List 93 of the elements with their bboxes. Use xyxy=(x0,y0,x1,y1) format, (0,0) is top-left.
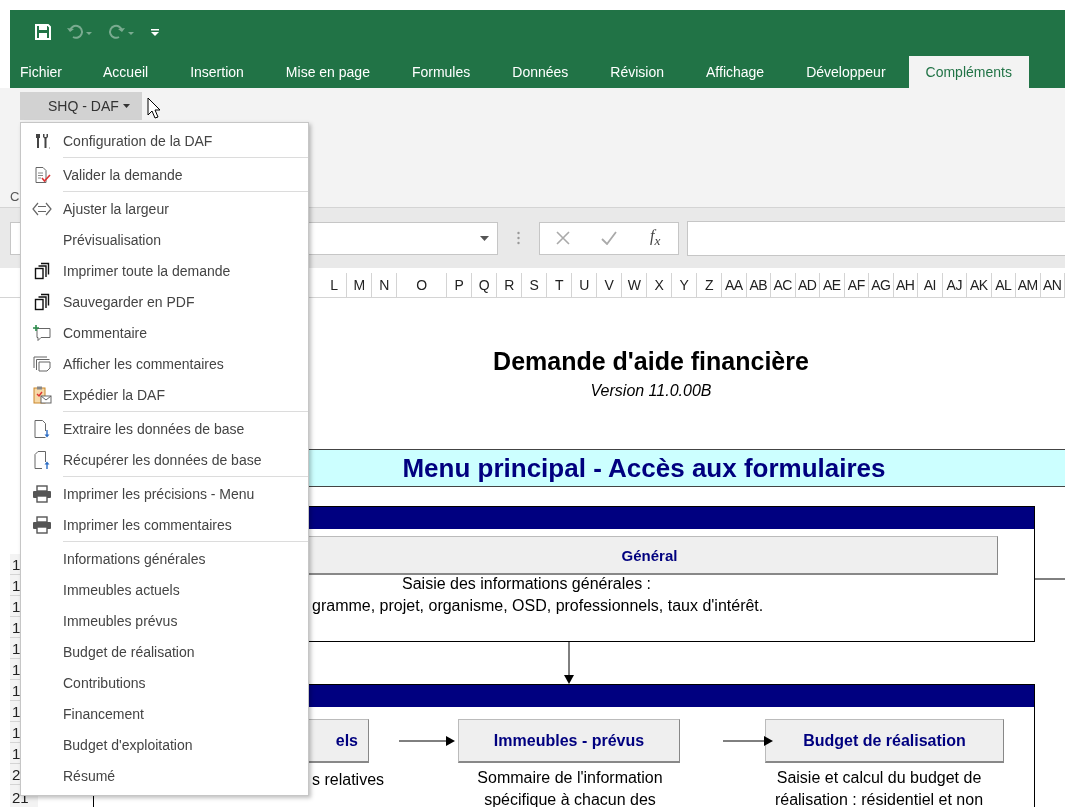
column-header[interactable]: Z xyxy=(697,273,722,297)
right-arrow xyxy=(723,736,773,746)
banner-title: Menu principal - Accès aux formulaires xyxy=(402,452,886,484)
column-header[interactable]: AB xyxy=(746,273,771,297)
stacked-pages-icon xyxy=(32,354,52,373)
sheet-title: Demande d'aide financière xyxy=(492,347,810,376)
copies-icon xyxy=(33,261,51,280)
column-header[interactable]: T xyxy=(547,273,572,297)
menu-item[interactable]: Contributions xyxy=(21,667,308,698)
column-header[interactable]: AN xyxy=(1040,273,1065,297)
column-header[interactable]: AD xyxy=(795,273,820,297)
column-header[interactable]: W xyxy=(622,273,647,297)
column-header[interactable]: AK xyxy=(967,273,992,297)
column-header[interactable]: AL xyxy=(991,273,1016,297)
menu-item[interactable]: Résumé xyxy=(21,760,308,791)
column-header[interactable]: P xyxy=(447,273,472,297)
check-icon[interactable] xyxy=(600,231,617,245)
description-text: Saisie des informations générales : xyxy=(402,575,652,593)
menu-item[interactable]: Sauvegarder en PDF xyxy=(21,286,308,317)
column-header[interactable]: AA xyxy=(722,273,747,297)
right-arrow xyxy=(399,736,455,746)
ribbon-tab[interactable]: Affichage xyxy=(685,56,786,88)
ribbon-tab[interactable]: Révision xyxy=(589,56,686,88)
description-text: Sommaire de l'information xyxy=(476,769,664,787)
menu-item[interactable]: Expédier la DAF xyxy=(21,379,308,410)
column-header[interactable]: Q xyxy=(472,273,497,297)
document-down-arrow-icon xyxy=(33,418,51,439)
document-check-icon xyxy=(33,165,51,184)
menu-item[interactable]: Récupérer les données de base xyxy=(21,444,308,475)
ribbon-tab[interactable]: Compléments xyxy=(908,56,1029,88)
tools-icon xyxy=(33,131,51,150)
column-header[interactable]: Y xyxy=(672,273,697,297)
column-header[interactable]: U xyxy=(572,273,597,297)
ribbon-tab[interactable]: Développeur xyxy=(785,56,907,88)
ribbon-tab[interactable]: Mise en page xyxy=(264,56,391,88)
ribbon-tab[interactable]: Insertion xyxy=(169,56,265,88)
clipboard-icon xyxy=(32,384,52,405)
column-header[interactable]: X xyxy=(647,273,672,297)
caret-icon xyxy=(122,104,130,108)
menu-item[interactable]: Commentaire xyxy=(21,317,308,348)
description-text: Saisie et calcul du budget de xyxy=(775,769,983,787)
column-header[interactable]: L xyxy=(322,273,347,297)
form-button[interactable]: Budget de réalisation xyxy=(765,719,1004,763)
dropdown-caret-icon[interactable] xyxy=(480,235,489,241)
menu-item[interactable]: Ajuster la largeur xyxy=(21,193,308,224)
ribbon-group-label: C xyxy=(10,189,20,204)
customize-icon[interactable] xyxy=(150,26,160,38)
column-header[interactable]: AJ xyxy=(942,273,967,297)
form-button[interactable]: Immeubles - prévus xyxy=(458,719,680,763)
copies-icon xyxy=(33,292,51,311)
ribbon-tab[interactable]: Données xyxy=(491,56,590,88)
column-header[interactable]: N xyxy=(372,273,397,297)
insert-function-button[interactable]: f$_{x}$ xyxy=(648,226,663,250)
description-text: réalisation : résidentiel et non xyxy=(773,791,985,807)
document-up-arrow-icon xyxy=(33,449,51,470)
menu-item[interactable]: Afficher les commentaires xyxy=(21,348,308,379)
menu-item[interactable]: Budget de réalisation xyxy=(21,636,308,667)
column-header[interactable]: R xyxy=(497,273,522,297)
double-arrow-icon xyxy=(32,200,52,217)
menu-item[interactable]: Imprimer toute la demande xyxy=(21,255,308,286)
ribbon-tab[interactable]: Formules xyxy=(390,56,492,88)
menu-item[interactable]: Configuration de la DAF xyxy=(21,125,308,156)
description-text: s relatives xyxy=(312,771,385,789)
menu-item[interactable]: Prévisualisation xyxy=(21,224,308,255)
version-text: Version 11.0.00B xyxy=(589,382,713,400)
column-header[interactable]: AH xyxy=(893,273,918,297)
menu-item[interactable]: Valider la demande xyxy=(21,159,308,190)
grip-icon xyxy=(517,231,520,245)
addin-dropdown-button[interactable]: SHQ - DAF xyxy=(20,92,142,120)
menu-item[interactable]: Immeubles actuels xyxy=(21,574,308,605)
menu-item[interactable]: Extraire les données de base xyxy=(21,413,308,444)
column-header[interactable]: AF xyxy=(844,273,869,297)
column-header[interactable]: AI xyxy=(918,273,943,297)
menu-item[interactable]: Imprimer les précisions - Menu xyxy=(21,478,308,509)
column-header[interactable]: S xyxy=(522,273,547,297)
column-header[interactable]: AE xyxy=(820,273,845,297)
column-header[interactable]: AM xyxy=(1016,273,1041,297)
printer-icon xyxy=(32,484,52,503)
ribbon-tab[interactable]: Accueil xyxy=(82,56,170,88)
save-icon[interactable] xyxy=(34,23,52,41)
column-header[interactable]: V xyxy=(597,273,622,297)
description-text: gramme, projet, organisme, OSD, professionnels, taux d'intérêt. xyxy=(312,597,764,615)
ribbon-tab[interactable]: Fichier xyxy=(10,56,82,88)
menu-item[interactable]: Immeubles prévus xyxy=(21,605,308,636)
column-header[interactable]: M xyxy=(347,273,372,297)
column-header[interactable]: O xyxy=(397,273,447,297)
column-header[interactable]: AC xyxy=(771,273,796,297)
printer-icon xyxy=(32,515,52,534)
formula-input[interactable] xyxy=(687,220,1065,256)
column-header[interactable]: AG xyxy=(869,273,894,297)
comment-plus-icon xyxy=(32,323,52,342)
mouse-cursor-icon xyxy=(147,97,161,119)
cancel-icon[interactable] xyxy=(555,231,570,245)
